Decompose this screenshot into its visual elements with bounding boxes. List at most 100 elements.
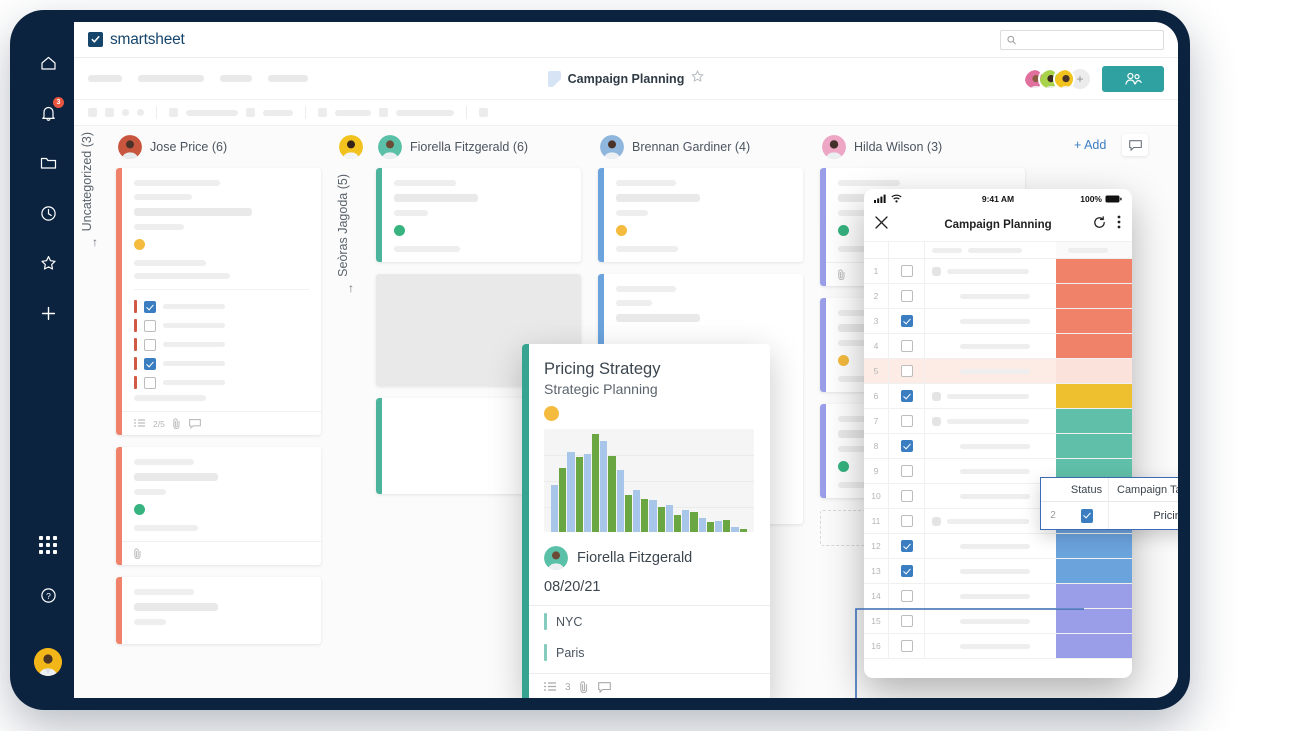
card-subtask[interactable] <box>134 357 309 370</box>
phone-row-checkbox[interactable] <box>900 265 913 277</box>
account-avatar[interactable] <box>34 648 62 676</box>
menu-placeholder-3[interactable] <box>220 75 252 82</box>
expand-arrow-icon[interactable]: ↑ <box>80 235 110 249</box>
phone-grid-row[interactable]: 15 <box>864 609 1132 634</box>
phone-row-task-cell[interactable] <box>924 284 1056 308</box>
phone-row-checkbox[interactable] <box>900 365 913 377</box>
phone-row-checkbox[interactable] <box>900 490 913 502</box>
apps-grid-icon[interactable] <box>31 528 65 562</box>
phone-grid-row[interactable]: 8 <box>864 434 1132 459</box>
smartsheet-logo[interactable]: smartsheet <box>88 31 185 49</box>
phone-row-checkbox-cell[interactable] <box>888 584 924 608</box>
column-header[interactable]: Brennan Gardiner (4) <box>598 126 803 168</box>
phone-row-task-cell[interactable] <box>924 634 1056 658</box>
phone-row-task-cell[interactable] <box>924 259 1056 283</box>
notifications-icon[interactable]: 3 <box>31 96 65 130</box>
menu-placeholder-4[interactable] <box>268 75 308 82</box>
menu-placeholder-2[interactable] <box>138 75 204 82</box>
board-card[interactable] <box>116 577 321 644</box>
toolbar-button[interactable] <box>105 108 114 117</box>
phone-grid-row[interactable]: 5 <box>864 359 1132 384</box>
toolbar-control[interactable] <box>263 109 293 116</box>
phone-row-checkbox[interactable] <box>900 540 913 552</box>
phone-grid-row[interactable]: 3 <box>864 309 1132 334</box>
home-icon[interactable] <box>31 46 65 80</box>
phone-row-checkbox[interactable] <box>900 640 913 652</box>
avatar[interactable] <box>1053 67 1075 90</box>
phone-grid-row[interactable]: 14 <box>864 584 1132 609</box>
phone-row-checkbox[interactable] <box>900 340 913 352</box>
phone-row-task-cell[interactable] <box>924 609 1056 633</box>
board-comment-button[interactable] <box>1122 134 1149 156</box>
add-column-button[interactable]: + Add <box>1074 138 1106 152</box>
phone-row-checkbox-cell[interactable] <box>888 384 924 408</box>
column-header[interactable]: Jose Price (6) <box>116 126 321 168</box>
phone-row-task-cell[interactable] <box>924 359 1056 383</box>
tooltip-data-row[interactable]: 2 Pricing Strategy Paris <box>1041 502 1178 529</box>
toolbar-button[interactable] <box>137 109 144 116</box>
phone-row-task-cell[interactable] <box>924 559 1056 583</box>
card-detail-panel[interactable]: Pricing Strategy Strategic Planning Fior… <box>522 344 770 698</box>
menu-placeholder-1[interactable] <box>88 75 122 82</box>
phone-row-task-cell[interactable] <box>924 484 1056 508</box>
toolbar-button[interactable] <box>88 108 97 117</box>
board-card[interactable] <box>116 447 321 565</box>
help-icon[interactable]: ? <box>31 578 65 612</box>
phone-row-checkbox-cell[interactable] <box>888 484 924 508</box>
phone-row-checkbox-cell[interactable] <box>888 559 924 583</box>
phone-row-checkbox-cell[interactable] <box>888 334 924 358</box>
phone-row-checkbox[interactable] <box>900 315 913 327</box>
subtask-checkbox[interactable] <box>143 357 156 370</box>
card-subtask[interactable] <box>134 376 309 389</box>
collapsed-column-seoras-jagoda[interactable]: Seòras Jagoda (5) ↑ <box>336 126 366 646</box>
collapsed-column-uncategorized[interactable]: Uncategorized (3) ↑ <box>80 126 110 646</box>
phone-row-checkbox[interactable] <box>900 590 913 602</box>
phone-row-checkbox-cell[interactable] <box>888 284 924 308</box>
search-input[interactable] <box>1021 34 1157 45</box>
phone-row-checkbox[interactable] <box>900 615 913 627</box>
subtask-checkbox[interactable] <box>143 300 156 313</box>
toolbar-button[interactable] <box>169 108 178 117</box>
column-header[interactable]: Hilda Wilson (3) <box>820 126 1025 168</box>
phone-row-checkbox-cell[interactable] <box>888 259 924 283</box>
subtask-checkbox[interactable] <box>143 338 156 351</box>
phone-row-task-cell[interactable] <box>924 309 1056 333</box>
phone-row-task-cell[interactable] <box>924 334 1056 358</box>
toolbar-button[interactable] <box>379 108 388 117</box>
phone-grid-row[interactable]: 4 <box>864 334 1132 359</box>
phone-row-checkbox-cell[interactable] <box>888 509 924 533</box>
star-icon[interactable] <box>691 69 705 88</box>
row-detail-tooltip[interactable]: Status Campaign Task Region 2 Pricing St… <box>1040 477 1178 530</box>
card-subtask[interactable] <box>134 338 309 351</box>
tooltip-row-status[interactable] <box>1065 502 1109 529</box>
phone-row-task-cell[interactable] <box>924 459 1056 483</box>
board-card[interactable] <box>376 168 581 262</box>
phone-sheet-grid[interactable]: 1 2 3 4 5 6 7 8 9 10 11 12 13 14 15 16 <box>864 242 1132 659</box>
toolbar-control[interactable] <box>335 109 371 116</box>
phone-row-checkbox[interactable] <box>900 565 913 577</box>
recents-icon[interactable] <box>31 196 65 230</box>
card-subtask[interactable] <box>134 300 309 313</box>
phone-row-checkbox[interactable] <box>900 390 913 402</box>
phone-row-checkbox-cell[interactable] <box>888 359 924 383</box>
toolbar-control[interactable] <box>186 109 238 116</box>
phone-row-task-cell[interactable] <box>924 384 1056 408</box>
board-card[interactable]: 2/5 <box>116 168 321 435</box>
phone-row-checkbox[interactable] <box>900 440 913 452</box>
phone-row-checkbox-cell[interactable] <box>888 434 924 458</box>
phone-grid-row[interactable]: 12 <box>864 534 1132 559</box>
toolbar-button[interactable] <box>246 108 255 117</box>
phone-row-checkbox-cell[interactable] <box>888 409 924 433</box>
phone-row-task-cell[interactable] <box>924 434 1056 458</box>
phone-row-checkbox-cell[interactable] <box>888 309 924 333</box>
expand-arrow-icon[interactable]: ↑ <box>336 281 366 295</box>
phone-grid-row[interactable]: 2 <box>864 284 1132 309</box>
phone-grid-row[interactable]: 16 <box>864 634 1132 659</box>
phone-row-checkbox-cell[interactable] <box>888 609 924 633</box>
phone-grid-row[interactable]: 1 <box>864 259 1132 284</box>
phone-row-checkbox[interactable] <box>900 415 913 427</box>
subtask-checkbox[interactable] <box>143 319 156 332</box>
phone-grid-row[interactable]: 6 <box>864 384 1132 409</box>
phone-row-checkbox[interactable] <box>900 515 913 527</box>
toolbar-control[interactable] <box>396 109 454 116</box>
